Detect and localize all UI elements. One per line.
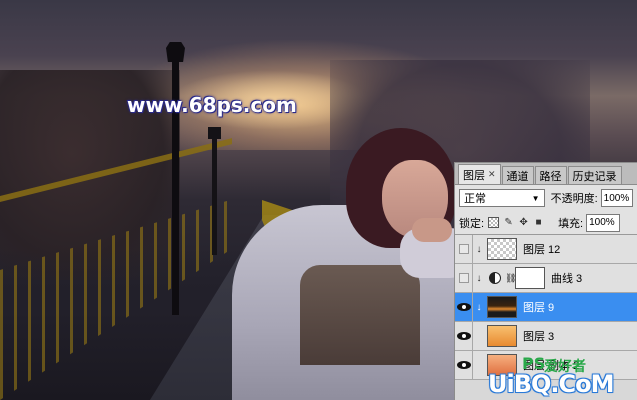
layer-name[interactable]: 图层 副本 2 <box>523 357 579 373</box>
layer-thumbnail[interactable] <box>487 238 517 260</box>
opacity-label: 不透明度: <box>550 193 598 205</box>
tab-label: 通道 <box>506 170 529 183</box>
clip-arrow-icon: ↓ <box>476 243 482 255</box>
tab-label: 历史记录 <box>572 170 617 183</box>
visibility-toggle[interactable] <box>455 263 473 293</box>
lock-transparency-icon[interactable] <box>488 217 500 228</box>
lock-fill-row: 锁定: ✎ ✥ ■ 填充: 100% <box>455 211 637 235</box>
layers-panel: 图层 ✕ 通道 路径 历史记录 正常 ▼ 不透明度: 100% 锁定: ✎ ✥ … <box>454 162 637 400</box>
blend-mode-value: 正常 <box>464 193 486 205</box>
lock-label: 锁定: <box>459 217 485 230</box>
lock-pixels-icon[interactable]: ✎ <box>503 217 514 228</box>
layer-thumbnail[interactable] <box>487 354 517 376</box>
visibility-toggle[interactable] <box>455 292 473 322</box>
layer-name[interactable]: 曲线 3 <box>551 270 582 286</box>
lock-position-icon[interactable]: ✥ <box>518 217 529 228</box>
visibility-toggle[interactable] <box>455 350 473 380</box>
eye-icon <box>456 303 471 311</box>
layer-name[interactable]: 图层 3 <box>523 328 554 344</box>
layer-name[interactable]: 图层 9 <box>523 299 554 315</box>
tab-label: 路径 <box>539 170 562 183</box>
girl-vest <box>300 265 420 365</box>
tab-layers[interactable]: 图层 ✕ <box>458 164 501 184</box>
curves-adjustment-icon[interactable] <box>489 272 501 284</box>
visibility-toggle[interactable] <box>455 234 473 264</box>
blend-mode-select[interactable]: 正常 ▼ <box>459 189 545 207</box>
layer-row[interactable]: ↓ ⛓ 曲线 3 <box>455 263 637 293</box>
tab-history[interactable]: 历史记录 <box>567 166 622 184</box>
tab-label: 图层 <box>463 169 485 182</box>
girl-hand <box>412 218 452 242</box>
layer-row-selected[interactable]: ↓ 图层 9 <box>455 292 637 322</box>
layer-thumbnail[interactable] <box>487 296 517 318</box>
eye-icon <box>456 361 471 369</box>
layer-thumbnail[interactable] <box>487 325 517 347</box>
chevron-down-icon: ▼ <box>531 193 540 203</box>
visibility-toggle[interactable] <box>455 321 473 351</box>
tab-channels[interactable]: 通道 <box>501 166 534 184</box>
layer-mask-thumbnail[interactable] <box>515 267 545 289</box>
panel-tab-bar: 图层 ✕ 通道 路径 历史记录 <box>455 163 637 185</box>
lock-all-icon[interactable]: ■ <box>533 217 544 228</box>
lamp-head-far <box>208 127 221 139</box>
fill-label: 填充: <box>558 217 584 230</box>
fill-input[interactable]: 100% <box>586 213 621 232</box>
hidden-box-icon <box>458 273 469 283</box>
clip-arrow-icon: ↓ <box>476 301 482 313</box>
layer-row[interactable]: 图层 3 <box>455 321 637 351</box>
layer-row[interactable]: 图层 副本 2 <box>455 350 637 380</box>
tab-paths[interactable]: 路径 <box>534 166 567 184</box>
layer-name[interactable]: 图层 12 <box>523 241 560 257</box>
blend-opacity-row: 正常 ▼ 不透明度: 100% <box>455 185 637 211</box>
opacity-input[interactable]: 100% <box>600 189 633 207</box>
clip-arrow-icon: ↓ <box>476 272 482 284</box>
hidden-box-icon <box>458 244 469 254</box>
layer-row[interactable]: ↓ 图层 12 <box>455 234 637 264</box>
link-chain-icon[interactable]: ⛓ <box>505 273 516 284</box>
lamp-post-far <box>212 135 217 255</box>
site-watermark: www.68ps.com <box>127 93 297 117</box>
eye-icon <box>456 332 471 340</box>
close-icon[interactable]: ✕ <box>488 169 496 180</box>
lamp-head <box>166 42 185 62</box>
